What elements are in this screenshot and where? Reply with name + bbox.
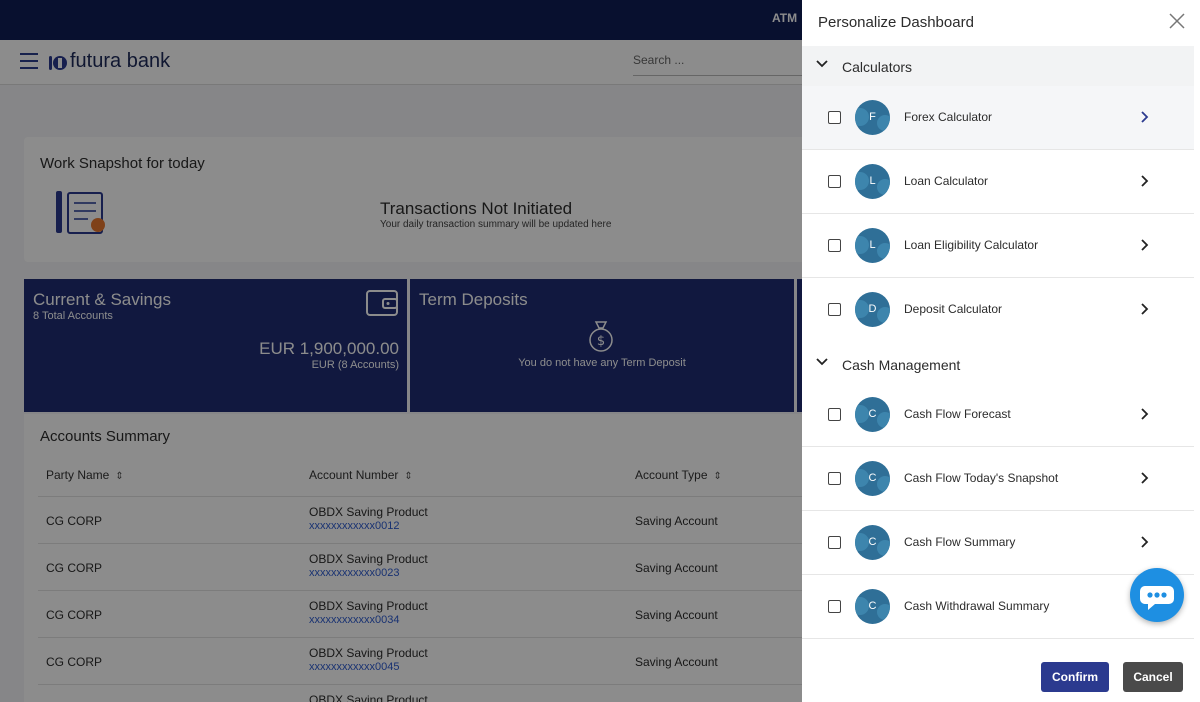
widget-checkbox[interactable] [828, 111, 841, 124]
widget-avatar: C [855, 525, 890, 560]
widget-checkbox[interactable] [828, 408, 841, 421]
chevron-down-icon [816, 60, 828, 68]
widget-checkbox[interactable] [828, 239, 841, 252]
widget-item-cash-flow-forecast[interactable]: C Cash Flow Forecast [802, 383, 1194, 447]
widget-avatar: L [855, 164, 890, 199]
widget-label: Loan Eligibility Calculator [904, 238, 1039, 252]
widget-avatar: F [855, 100, 890, 135]
chevron-right-icon[interactable] [1140, 535, 1150, 549]
chat-button[interactable] [1130, 568, 1184, 622]
widget-avatar: C [855, 461, 890, 496]
cancel-button[interactable]: Cancel [1123, 662, 1183, 692]
widget-item-forex-calculator[interactable]: F Forex Calculator [802, 86, 1194, 150]
chevron-right-icon[interactable] [1140, 471, 1150, 485]
widget-label: Cash Flow Summary [904, 535, 1016, 549]
widget-item-cash-flow-todays-snapshot[interactable]: C Cash Flow Today's Snapshot [802, 447, 1194, 511]
widget-label: Cash Flow Forecast [904, 407, 1011, 421]
confirm-button[interactable]: Confirm [1041, 662, 1109, 692]
chevron-right-icon[interactable] [1140, 407, 1150, 421]
chevron-right-icon[interactable] [1140, 174, 1150, 188]
widget-avatar: C [855, 397, 890, 432]
group-cash-management[interactable]: Cash Management [802, 344, 1194, 384]
widget-label: Cash Flow Today's Snapshot [904, 471, 1059, 485]
close-icon[interactable] [1168, 12, 1186, 30]
chevron-right-icon[interactable] [1140, 302, 1150, 316]
widget-checkbox[interactable] [828, 175, 841, 188]
widget-avatar: L [855, 228, 890, 263]
widget-checkbox[interactable] [828, 600, 841, 613]
widget-checkbox[interactable] [828, 303, 841, 316]
widget-checkbox[interactable] [828, 536, 841, 549]
chevron-down-icon [816, 358, 828, 366]
widget-label: Cash Withdrawal Summary [904, 599, 1050, 613]
modal-backdrop[interactable] [0, 0, 802, 702]
widget-avatar: D [855, 292, 890, 327]
widget-item-loan-calculator[interactable]: L Loan Calculator [802, 150, 1194, 214]
widget-item-cash-flow-summary[interactable]: C Cash Flow Summary [802, 511, 1194, 575]
widget-item-deposit-calculator[interactable]: D Deposit Calculator [802, 278, 1194, 342]
widget-checkbox[interactable] [828, 472, 841, 485]
widget-label: Deposit Calculator [904, 302, 1003, 316]
widget-label: Loan Calculator [904, 174, 989, 188]
widget-avatar: C [855, 589, 890, 624]
chevron-right-icon[interactable] [1140, 110, 1150, 124]
widget-item-loan-eligibility-calculator[interactable]: L Loan Eligibility Calculator [802, 214, 1194, 278]
group-label: Calculators [842, 59, 913, 75]
group-label: Cash Management [842, 357, 961, 373]
chat-bubble-icon [1140, 586, 1174, 610]
widget-label: Forex Calculator [904, 110, 993, 124]
panel-title: Personalize Dashboard [818, 14, 974, 31]
chevron-right-icon[interactable] [1140, 238, 1150, 252]
group-calculators[interactable]: Calculators [802, 46, 1194, 86]
